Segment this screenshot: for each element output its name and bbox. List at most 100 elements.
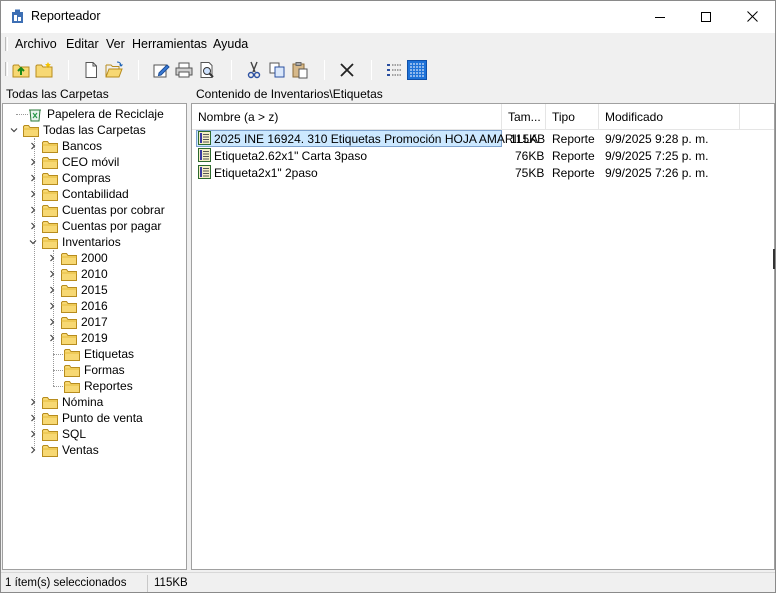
expand-chevron[interactable] xyxy=(46,282,58,298)
file-modified: 9/9/2025 7:25 p. m. xyxy=(605,149,709,163)
paste-icon[interactable] xyxy=(290,60,310,80)
chevron-right-icon xyxy=(29,158,37,166)
tree-item-sql[interactable]: SQL xyxy=(27,426,86,442)
cut-icon[interactable] xyxy=(244,60,264,80)
tree-item-inventarios[interactable]: Inventarios xyxy=(27,234,121,250)
menu-herramientas[interactable]: Herramientas xyxy=(132,37,207,51)
delete-icon[interactable] xyxy=(337,60,357,80)
tree-label: 2019 xyxy=(81,331,108,345)
folder-icon xyxy=(61,268,77,281)
collapse-chevron[interactable] xyxy=(8,122,20,138)
expand-chevron[interactable] xyxy=(27,410,39,426)
expand-chevron[interactable] xyxy=(27,138,39,154)
edit-icon[interactable] xyxy=(151,60,171,80)
file-row[interactable]: Etiqueta2x1" 2paso 75KB Reporte 9/9/2025… xyxy=(192,164,774,181)
column-header-modified[interactable]: Modificado xyxy=(599,104,740,129)
expand-chevron[interactable] xyxy=(27,442,39,458)
expand-chevron[interactable] xyxy=(27,426,39,442)
status-size: 115KB xyxy=(154,577,188,589)
expand-chevron[interactable] xyxy=(27,202,39,218)
expand-chevron[interactable] xyxy=(27,186,39,202)
expand-chevron[interactable] xyxy=(46,314,58,330)
chevron-right-icon xyxy=(48,270,56,278)
expand-chevron[interactable] xyxy=(27,154,39,170)
tree-item-2010[interactable]: 2010 xyxy=(46,266,108,282)
file-row-selected[interactable]: 2025 INE 16924. 310 Etiquetas Promoción … xyxy=(192,130,774,147)
open-folder-icon[interactable] xyxy=(104,60,124,80)
up-folder-icon[interactable] xyxy=(11,60,31,80)
app-icon xyxy=(12,9,23,23)
menu-archivo[interactable]: Archivo xyxy=(15,37,57,51)
folder-icon xyxy=(42,236,58,249)
chevron-right-icon xyxy=(29,190,37,198)
column-header-name[interactable]: Nombre (a > z) xyxy=(192,104,502,129)
close-button[interactable] xyxy=(729,1,775,32)
tree-item-recycle[interactable]: Papelera de Reciclaje xyxy=(27,106,164,122)
toolbar-separator xyxy=(231,60,232,80)
title-bar: Reporteador xyxy=(1,1,775,33)
folder-icon xyxy=(61,300,77,313)
tree-label: Ventas xyxy=(62,443,99,457)
folder-icon xyxy=(42,204,58,217)
tree-item-etiquetas[interactable]: Etiquetas xyxy=(64,346,134,362)
tree-item-formas[interactable]: Formas xyxy=(64,362,125,378)
print-preview-icon[interactable] xyxy=(197,60,217,80)
toolbar-separator xyxy=(138,60,139,80)
tree-item-contabilidad[interactable]: Contabilidad xyxy=(27,186,129,202)
copy-icon[interactable] xyxy=(267,60,287,80)
menu-ver[interactable]: Ver xyxy=(106,37,125,51)
file-row[interactable]: Etiqueta2.62x1" Carta 3paso 76KB Reporte… xyxy=(192,147,774,164)
tree-item-punto-de-venta[interactable]: Punto de venta xyxy=(27,410,143,426)
collapse-chevron[interactable] xyxy=(27,234,39,250)
tree-item-nomina[interactable]: Nómina xyxy=(27,394,103,410)
print-icon[interactable] xyxy=(174,60,194,80)
tree-label: CEO móvil xyxy=(62,155,120,169)
file-modified: 9/9/2025 7:26 p. m. xyxy=(605,166,709,180)
tree-item-cuentas-por-cobrar[interactable]: Cuentas por cobrar xyxy=(27,202,165,218)
folder-icon xyxy=(42,428,58,441)
expand-chevron[interactable] xyxy=(27,394,39,410)
tree-item-2017[interactable]: 2017 xyxy=(46,314,108,330)
expand-chevron[interactable] xyxy=(46,330,58,346)
details-view-button[interactable] xyxy=(407,60,427,80)
expand-chevron[interactable] xyxy=(46,250,58,266)
tree-item-reportes[interactable]: Reportes xyxy=(64,378,133,394)
new-document-icon[interactable] xyxy=(81,60,101,80)
menu-ayuda[interactable]: Ayuda xyxy=(213,37,248,51)
maximize-button[interactable] xyxy=(683,1,729,32)
tree-item-bancos[interactable]: Bancos xyxy=(27,138,102,154)
tree-item-2015[interactable]: 2015 xyxy=(46,282,108,298)
tree-item-compras[interactable]: Compras xyxy=(27,170,111,186)
list-view-icon[interactable] xyxy=(384,60,404,80)
menu-bar: Archivo Editar Ver Herramientas Ayuda xyxy=(1,33,775,55)
tree-label: Todas las Carpetas xyxy=(43,123,146,137)
menu-editar[interactable]: Editar xyxy=(66,37,99,51)
list-header: Contenido de Inventarios\Etiquetas xyxy=(196,87,383,101)
expand-chevron[interactable] xyxy=(46,266,58,282)
tree-item-2000[interactable]: 2000 xyxy=(46,250,108,266)
expand-chevron[interactable] xyxy=(46,298,58,314)
column-header-size[interactable]: Tam... xyxy=(502,104,546,129)
report-icon xyxy=(198,148,211,162)
chevron-right-icon xyxy=(48,286,56,294)
resize-handle[interactable] xyxy=(773,249,775,269)
menu-grip xyxy=(5,37,8,51)
chevron-right-icon xyxy=(29,142,37,150)
tree-item-cuentas-por-pagar[interactable]: Cuentas por pagar xyxy=(27,218,161,234)
folder-icon xyxy=(42,220,58,233)
new-folder-icon[interactable] xyxy=(34,60,54,80)
expand-chevron[interactable] xyxy=(27,218,39,234)
chevron-right-icon xyxy=(29,430,37,438)
tree-item-ventas[interactable]: Ventas xyxy=(27,442,99,458)
chevron-right-icon xyxy=(29,206,37,214)
chevron-right-icon xyxy=(29,222,37,230)
column-header-type[interactable]: Tipo xyxy=(546,104,599,129)
tree-item-2016[interactable]: 2016 xyxy=(46,298,108,314)
tree-item-root[interactable]: Todas las Carpetas xyxy=(8,122,146,138)
file-size: 76KB xyxy=(515,149,545,163)
minimize-button[interactable] xyxy=(637,1,683,32)
app-window: Reporteador Archivo Editar Ver Herramien… xyxy=(0,0,776,593)
tree-item-2019[interactable]: 2019 xyxy=(46,330,108,346)
expand-chevron[interactable] xyxy=(27,170,39,186)
tree-item-ceo-movil[interactable]: CEO móvil xyxy=(27,154,119,170)
